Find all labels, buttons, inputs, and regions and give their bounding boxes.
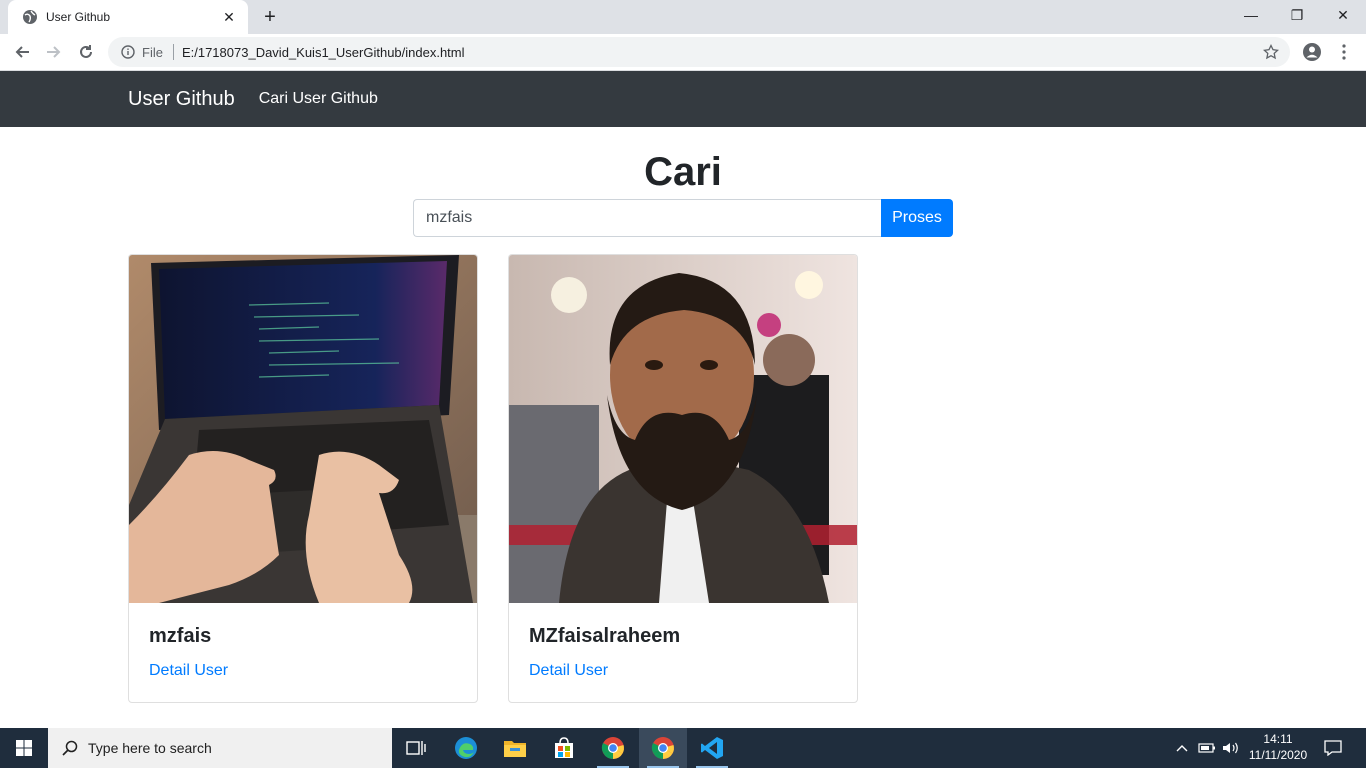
browser-toolbar: File E:/1718073_David_Kuis1_UserGithub/i… bbox=[0, 34, 1366, 71]
chevron-up-icon[interactable] bbox=[1172, 728, 1192, 768]
url-separator bbox=[172, 44, 174, 60]
notification-icon[interactable] bbox=[1318, 728, 1348, 768]
battery-icon[interactable] bbox=[1196, 728, 1218, 768]
volume-icon[interactable] bbox=[1220, 728, 1242, 768]
new-tab-button[interactable]: + bbox=[258, 5, 282, 29]
windows-start-icon[interactable] bbox=[0, 728, 48, 768]
search-input[interactable] bbox=[413, 199, 881, 237]
account-icon[interactable] bbox=[1300, 40, 1324, 64]
user-card: mzfais Detail User bbox=[128, 254, 478, 703]
bookmark-star-icon[interactable] bbox=[1262, 43, 1280, 61]
system-clock[interactable]: 14:11 11/11/2020 bbox=[1246, 731, 1310, 763]
search-icon bbox=[62, 740, 78, 756]
submit-button[interactable]: Proses bbox=[881, 199, 953, 237]
taskbar-search-placeholder: Type here to search bbox=[88, 740, 212, 756]
clock-time: 14:11 bbox=[1263, 732, 1293, 746]
store-icon[interactable] bbox=[540, 728, 588, 768]
vscode-icon[interactable] bbox=[688, 728, 736, 768]
menu-dots-icon[interactable] bbox=[1334, 40, 1354, 64]
nav-link-cari[interactable]: Cari User Github bbox=[259, 90, 378, 108]
card-title: MZfaisalraheem bbox=[529, 625, 681, 647]
taskbar: Type here to search 14:11 11/11/2020 bbox=[0, 728, 1366, 768]
avatar bbox=[129, 255, 477, 603]
minimize-button[interactable]: — bbox=[1228, 0, 1274, 30]
card-title: mzfais bbox=[149, 625, 212, 647]
url-scheme: File bbox=[142, 44, 163, 60]
site-navbar: User Github Cari User Github bbox=[0, 71, 1366, 127]
page-viewport: User Github Cari User Github Cari Proses bbox=[0, 71, 1366, 728]
browser-tabstrip: User Github ✕ + — ❐ ✕ bbox=[0, 0, 1366, 34]
search-form: Proses bbox=[413, 199, 953, 237]
card-body: MZfaisalraheem Detail User bbox=[509, 603, 857, 700]
chrome-icon[interactable] bbox=[639, 728, 687, 768]
forward-icon[interactable] bbox=[40, 38, 68, 66]
globe-icon bbox=[22, 9, 38, 25]
info-icon[interactable] bbox=[120, 44, 136, 60]
navbar-brand[interactable]: User Github bbox=[128, 88, 235, 111]
clock-date: 11/11/2020 bbox=[1248, 748, 1308, 762]
address-bar[interactable]: File E:/1718073_David_Kuis1_UserGithub/i… bbox=[108, 37, 1290, 67]
file-explorer-icon[interactable] bbox=[491, 728, 539, 768]
window-close-button[interactable]: ✕ bbox=[1320, 0, 1366, 30]
back-icon[interactable] bbox=[8, 38, 36, 66]
card-body: mzfais Detail User bbox=[129, 603, 477, 700]
detail-user-link[interactable]: Detail User bbox=[529, 662, 837, 680]
url-text[interactable]: E:/1718073_David_Kuis1_UserGithub/index.… bbox=[182, 45, 465, 60]
browser-tab[interactable]: User Github ✕ bbox=[8, 0, 248, 34]
restore-button[interactable]: ❐ bbox=[1274, 0, 1320, 30]
taskbar-search[interactable]: Type here to search bbox=[48, 728, 392, 768]
close-tab-icon[interactable]: ✕ bbox=[220, 8, 238, 26]
detail-user-link[interactable]: Detail User bbox=[149, 662, 457, 680]
reload-icon[interactable] bbox=[72, 38, 100, 66]
avatar bbox=[509, 255, 857, 603]
page-title: Cari bbox=[644, 150, 722, 194]
tab-title: User Github bbox=[46, 10, 111, 24]
task-view-icon[interactable] bbox=[392, 728, 440, 768]
user-card: MZfaisalraheem Detail User bbox=[508, 254, 858, 703]
chrome-icon[interactable] bbox=[589, 728, 637, 768]
edge-icon[interactable] bbox=[442, 728, 490, 768]
